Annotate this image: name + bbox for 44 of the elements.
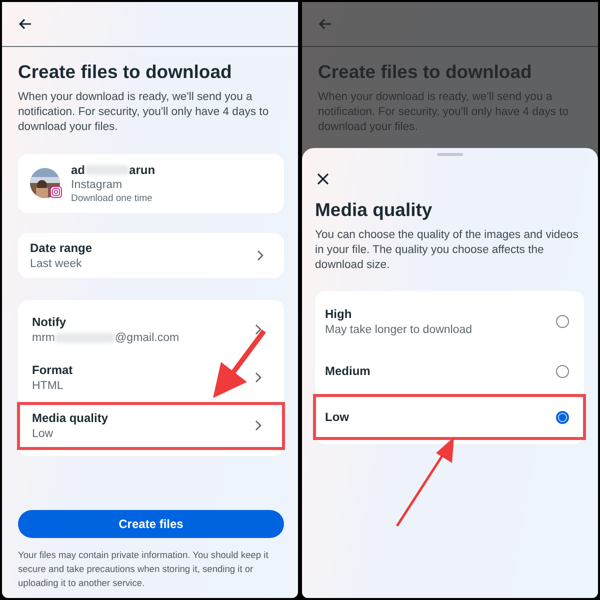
chevron-icon	[255, 324, 262, 335]
date-range-row[interactable]: Date range Last week	[18, 233, 284, 278]
sheet-title: Media quality	[315, 199, 434, 221]
row-value: mrm	[32, 332, 55, 344]
redaction-blur	[55, 333, 115, 343]
platform-label: Instagram	[71, 179, 124, 191]
account-name-end: arun	[129, 163, 156, 177]
back-icon[interactable]	[18, 18, 32, 30]
chevron-icon	[255, 420, 262, 431]
settings-row[interactable]: Notify mrm @gmail.com	[17, 306, 285, 354]
frequency-label: Download one time	[71, 193, 154, 204]
sheet-description: You can choose the quality of the images and videos in your file. The quality you choose affects the download size.	[315, 228, 580, 273]
settings-row[interactable]: Format HTML	[17, 354, 285, 402]
row-label: Format	[32, 363, 73, 377]
page-description: When your download is ready, we'll send you a notification. For security, you'll only have 4 days to download your files.	[18, 90, 270, 135]
page-title: Create files to download	[18, 61, 233, 83]
page-title: Create files to download	[318, 61, 533, 83]
row-value: Last week	[30, 258, 83, 270]
quality-option[interactable]: Medium	[313, 348, 586, 394]
quality-option[interactable]: High May take longer to download	[313, 295, 586, 348]
account-name: ad	[71, 163, 86, 177]
row-value-end: @gmail.com	[115, 332, 180, 344]
account-card[interactable]: ad arun Instagram Download one time	[18, 154, 284, 213]
create-files-button[interactable]: Create files	[18, 510, 284, 538]
redaction-blur	[85, 165, 130, 175]
row-label: Media quality	[32, 411, 108, 425]
radio-button[interactable]	[556, 364, 569, 378]
settings-row[interactable]: Media quality Low	[17, 402, 285, 450]
row-value: Low	[32, 428, 54, 440]
row-label: Date range	[30, 241, 92, 255]
quality-option[interactable]: Low	[313, 394, 586, 440]
row-label: Notify	[32, 315, 67, 329]
instagram-icon	[50, 186, 62, 198]
option-hint: May take longer to download	[325, 324, 472, 336]
row-value: HTML	[32, 380, 64, 392]
close-icon[interactable]	[317, 173, 329, 185]
privacy-note: Your files may contain private information. You should keep it secure and take precautions when storing it, sending it or uploading it to another service.	[18, 549, 270, 590]
radio-button[interactable]	[556, 315, 569, 328]
chevron-icon	[255, 372, 262, 383]
option-label: Medium	[325, 364, 370, 378]
radio-button[interactable]	[556, 410, 569, 424]
option-label: High	[325, 307, 353, 321]
chevron-icon	[257, 250, 264, 261]
option-label: Low	[325, 410, 349, 424]
